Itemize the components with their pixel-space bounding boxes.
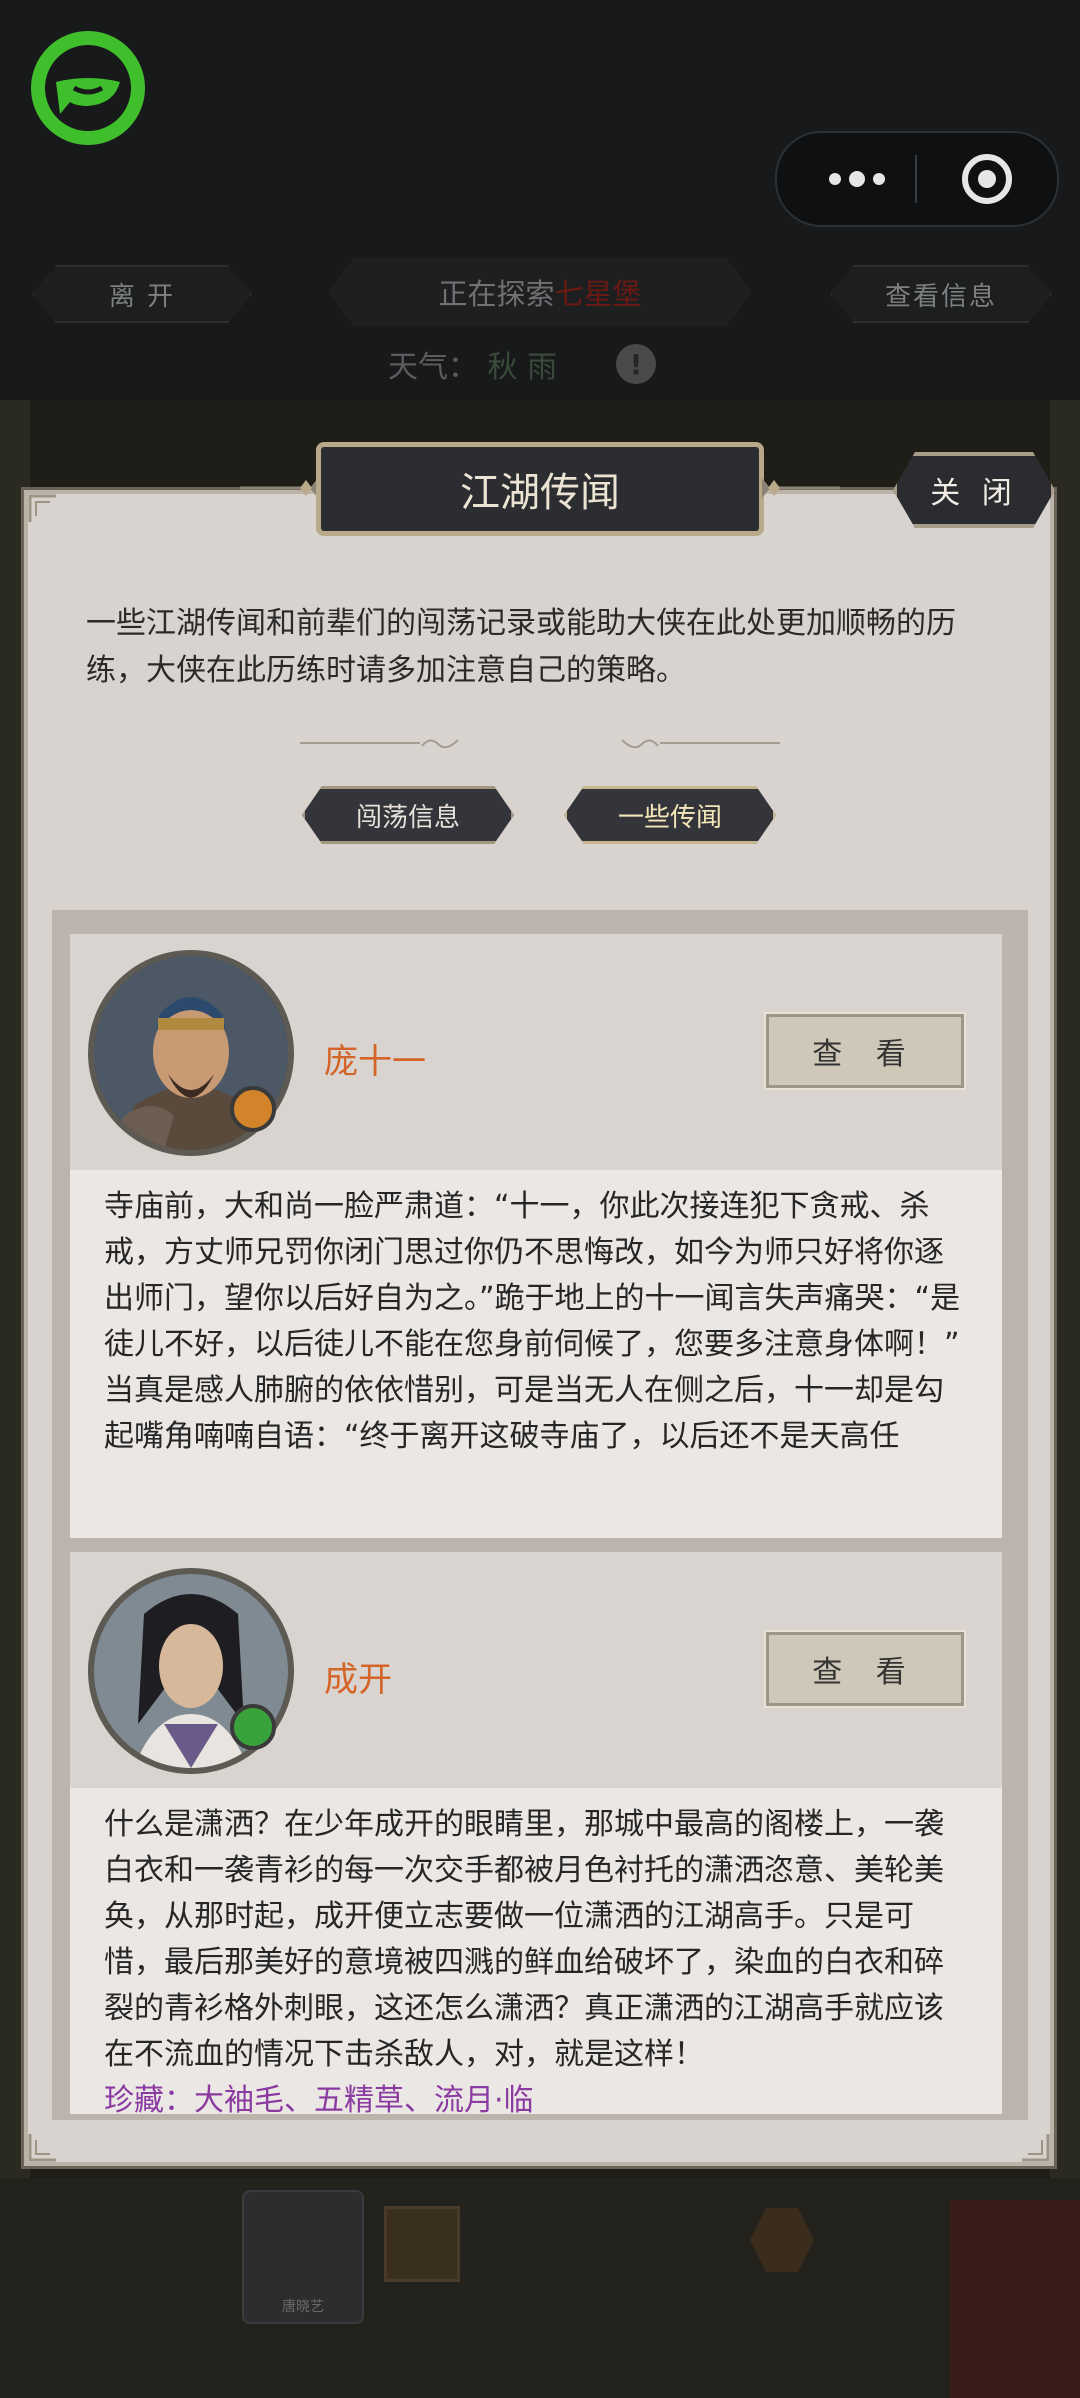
title-wing-right-icon (762, 478, 840, 498)
rumor-paragraph: 什么是潇洒？在少年成开的眼睛里，那城中最高的阁楼上，一袭白衣和一袭青衫的每一次交… (104, 1807, 944, 2072)
close-button[interactable]: 关 闭 (893, 452, 1055, 528)
class-badge-icon (230, 1704, 276, 1750)
exploring-location: 七星堡 (554, 277, 642, 311)
bookshelf-object (950, 2200, 1080, 2398)
view-button[interactable]: 查 看 (764, 1630, 966, 1708)
tab-travel-info[interactable]: 闯荡信息 (302, 786, 514, 844)
rumor-card: 庞十一 查 看 寺庙前，大和尚一脸严肃道：“十一，你此次接连犯下贪戒、杀戒，方丈… (70, 934, 1002, 1538)
corner-ornament-icon (1022, 2134, 1050, 2162)
weather-display: 天气： 秋 雨 (388, 342, 557, 386)
close-program-icon[interactable] (957, 151, 1017, 207)
title-wing-left-icon (240, 478, 318, 498)
alert-icon[interactable]: ! (616, 344, 656, 384)
corner-ornament-icon (28, 2134, 56, 2162)
top-bar: 离 开 正在探索 七星堡 查看信息 天气： 秋 雨 ! (0, 0, 1080, 400)
weather-value: 秋 雨 (487, 350, 558, 385)
rumor-paragraph: 寺庙前，大和尚一脸严肃道：“十一，你此次接连犯下贪戒、杀戒，方丈师兄罚你闭门思过… (104, 1189, 961, 1362)
chest-object[interactable] (384, 2206, 460, 2282)
rumor-card-header: 成开 查 看 (70, 1552, 1002, 1788)
exploring-banner: 正在探索 七星堡 (328, 258, 752, 326)
dialog-title: 江湖传闻 (316, 442, 764, 536)
more-options-icon[interactable] (817, 151, 897, 207)
mini-program-capsule (775, 131, 1059, 227)
rumor-paragraph: 珍藏：大袖毛、五精草、流月·临 (104, 2083, 534, 2114)
weather-label: 天气： (388, 350, 478, 385)
hero-name: 成开 (324, 1660, 392, 1700)
rumor-card-text: 寺庙前，大和尚一脸严肃道：“十一，你此次接连犯下贪戒、杀戒，方丈师兄罚你闭门思过… (70, 1170, 1002, 1538)
class-badge-icon (230, 1086, 276, 1132)
capsule-divider (915, 155, 917, 203)
npc-label: 唐晓艺 (282, 2299, 324, 2315)
chat-logo-icon[interactable] (30, 30, 146, 146)
corner-ornament-icon (28, 494, 56, 522)
rumor-card-text: 什么是潇洒？在少年成开的眼睛里，那城中最高的阁楼上，一袭白衣和一袭青衫的每一次交… (70, 1788, 1002, 2114)
divider-swirl-icon (421, 739, 459, 749)
divider-swirl-icon (621, 739, 659, 749)
view-info-button[interactable]: 查看信息 (830, 265, 1052, 323)
npc-portrait[interactable]: 唐晓艺 (242, 2190, 364, 2324)
rumor-paragraph: 当真是感人肺腑的依依惜别，可是当无人在侧之后，十一却是勾起嘴角喃喃自语：“终于离… (104, 1373, 944, 1454)
rumor-card-header: 庞十一 查 看 (70, 934, 1002, 1170)
divider-right (660, 742, 780, 744)
exploring-prefix: 正在探索 (438, 277, 555, 311)
leave-button[interactable]: 离 开 (32, 265, 252, 323)
scene-right-wall (1050, 400, 1080, 2398)
scene-floor (0, 2178, 1080, 2398)
rumor-card: 成开 查 看 什么是潇洒？在少年成开的眼睛里，那城中最高的阁楼上，一袭白衣和一袭… (70, 1552, 1002, 2114)
divider-left (300, 742, 420, 744)
dialog-intro-text: 一些江湖传闻和前辈们的闯荡记录或能助大侠在此处更加顺畅的历练，大侠在此历练时请多… (86, 606, 956, 688)
hero-name: 庞十一 (324, 1042, 426, 1082)
view-button[interactable]: 查 看 (764, 1012, 966, 1090)
tab-rumors[interactable]: 一些传闻 (564, 786, 776, 844)
